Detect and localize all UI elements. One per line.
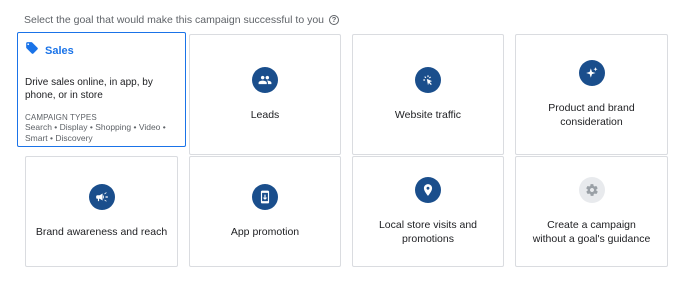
goal-card-leads[interactable]: Leads: [189, 34, 341, 155]
goal-card-brand-awareness-label: Brand awareness and reach: [35, 226, 168, 238]
goal-card-website-traffic[interactable]: Website traffic: [352, 34, 504, 155]
goal-card-no-goal-label: Create a campaign without a goal's guida…: [532, 219, 651, 245]
goal-card-consideration-label: Product and brand consideration: [548, 102, 635, 128]
gear-icon: [578, 177, 605, 203]
goal-card-local-store[interactable]: Local store visits and promotions: [352, 156, 504, 267]
goal-card-local-store-label: Local store visits and promotions: [378, 219, 478, 245]
goal-card-sales-header: Sales: [25, 41, 74, 60]
megaphone-icon: [88, 184, 115, 210]
tag-icon: [25, 41, 39, 60]
goal-card-app-promotion[interactable]: App promotion: [189, 156, 341, 267]
goal-card-brand-awareness[interactable]: Brand awareness and reach: [25, 156, 178, 267]
help-icon[interactable]: ?: [329, 15, 339, 25]
goal-card-website-traffic-label: Website traffic: [394, 109, 462, 121]
goal-card-sales-description: Drive sales online, in app, by phone, or…: [25, 77, 153, 101]
goal-card-sales[interactable]: Sales Drive sales online, in app, by pho…: [17, 32, 186, 147]
goal-card-app-promotion-label: App promotion: [230, 226, 300, 238]
phone-download-icon: [252, 184, 278, 210]
goal-prompt: Select the goal that would make this cam…: [24, 14, 339, 26]
goal-card-no-goal[interactable]: Create a campaign without a goal's guida…: [515, 156, 668, 267]
campaign-types-list: Search • Display • Shopping • Video • Sm…: [25, 122, 166, 143]
cursor-click-icon: [415, 67, 441, 93]
sparkle-icon: [578, 60, 605, 86]
map-pin-icon: [415, 177, 441, 203]
people-icon: [252, 67, 278, 93]
goal-card-leads-label: Leads: [250, 109, 280, 121]
goal-prompt-text: Select the goal that would make this cam…: [24, 14, 324, 26]
goal-card-consideration[interactable]: Product and brand consideration: [515, 34, 668, 155]
goal-card-sales-title: Sales: [45, 44, 74, 57]
campaign-types-heading: CAMPAIGN TYPES: [25, 113, 97, 122]
